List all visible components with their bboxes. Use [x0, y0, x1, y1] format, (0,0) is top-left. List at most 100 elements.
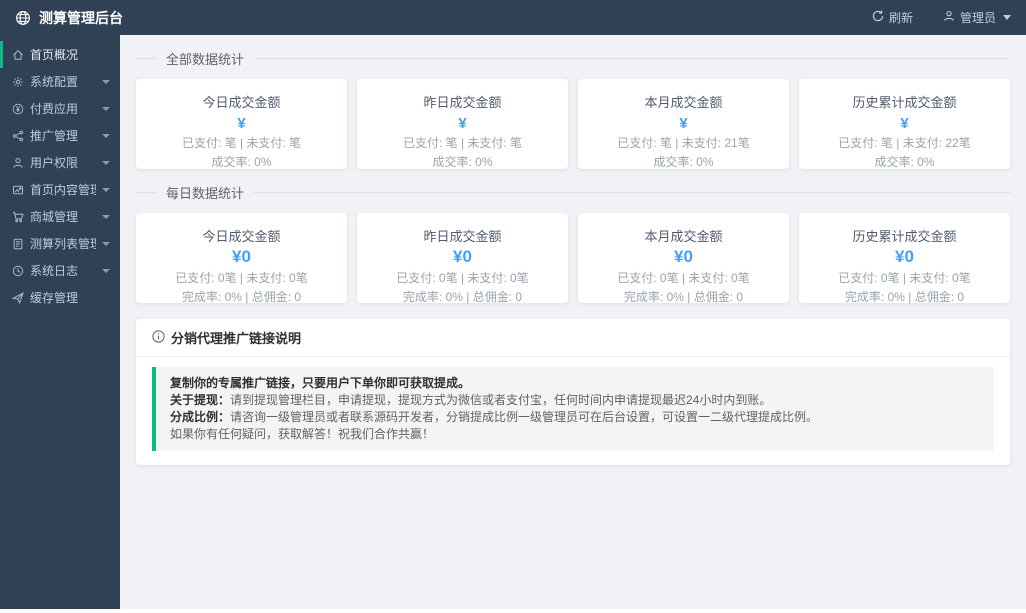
stat-card-rate-line: 成交率: 0% [432, 155, 493, 169]
gear-icon [12, 76, 24, 88]
cart-icon [12, 211, 24, 223]
sidebar-item-mall-management[interactable]: 商城管理 [0, 203, 120, 230]
sidebar-item-label: 付费应用 [30, 102, 79, 116]
notice-line-bold: 复制你的专属推广链接，只要用户下单你即可获取提成。 [170, 376, 471, 390]
notice-line: 关于提现：请到提现管理栏目，申请提现，提现方式为微信或者支付宝，任何时间内申请提… [170, 392, 980, 409]
sidebar-item-home-overview[interactable]: 首页概况 [0, 41, 120, 68]
stat-card-amount: ¥ [458, 115, 467, 132]
section-title-text: 全部数据统计 [166, 52, 245, 67]
stat-card-today-daily: 今日成交金额 ¥0 已支付: 0笔 | 未支付: 0笔 完成率: 0% | 总佣… [136, 213, 347, 304]
app-brand: 测算管理后台 [15, 8, 123, 28]
chevron-down-icon [102, 241, 110, 246]
sidebar-item-calc-list[interactable]: 测算列表管理 [0, 230, 120, 257]
stat-card-rate-line: 成交率: 0% [211, 155, 272, 169]
share-icon [12, 130, 24, 142]
stat-card-amount: ¥0 [232, 247, 251, 266]
notice-line: 分成比例：请咨询一级管理员或者联系源码开发者，分销提成比例一级管理员可在后台设置… [170, 409, 980, 426]
stat-card-today-total: 今日成交金额 ¥ 已支付: 笔 | 未支付: 笔 成交率: 0% [136, 79, 347, 169]
notice-text-box: 复制你的专属推广链接，只要用户下单你即可获取提成。 关于提现：请到提现管理栏目，… [152, 367, 994, 451]
chevron-down-icon [102, 187, 110, 192]
stat-card-paid-line: 已支付: 笔 | 未支付: 21笔 [617, 136, 750, 150]
stat-card-title: 本月成交金额 [644, 95, 723, 110]
stat-card-paid-line: 已支付: 笔 | 未支付: 笔 [402, 136, 523, 150]
notice-line-bold: 分成比例： [170, 410, 231, 424]
notice-panel-body: 复制你的专属推广链接，只要用户下单你即可获取提成。 关于提现：请到提现管理栏目，… [136, 357, 1010, 465]
document-icon [12, 238, 24, 250]
stat-card-rate-line: 完成率: 0% | 总佣金: 0 [623, 290, 744, 304]
sidebar-item-cache-management[interactable]: 缓存管理 [0, 284, 120, 311]
sidebar-item-system-logs[interactable]: 系统日志 [0, 257, 120, 284]
chevron-down-icon [102, 106, 110, 111]
sidebar-item-label: 系统配置 [30, 75, 79, 89]
notice-panel-title: 分销代理推广链接说明 [171, 331, 302, 346]
stat-card-amount: ¥0 [674, 247, 693, 266]
info-circle-icon [152, 329, 165, 346]
stat-card-paid-line: 已支付: 笔 | 未支付: 22笔 [838, 136, 971, 150]
stat-card-title: 今日成交金额 [202, 229, 281, 244]
user-icon [12, 157, 24, 169]
stat-card-yesterday-total: 昨日成交金额 ¥ 已支付: 笔 | 未支付: 笔 成交率: 0% [357, 79, 568, 169]
stat-card-paid-line: 已支付: 0笔 | 未支付: 0笔 [175, 271, 308, 285]
header-actions: 刷新 管理员 [872, 9, 1011, 26]
stat-card-rate-line: 完成率: 0% | 总佣金: 0 [181, 290, 302, 304]
clock-icon [12, 265, 24, 277]
divider-line [254, 58, 1010, 59]
sidebar-item-home-content[interactable]: 首页内容管理 [0, 176, 120, 203]
stat-card-amount: ¥0 [895, 247, 914, 266]
notice-line: 复制你的专属推广链接，只要用户下单你即可获取提成。 [170, 375, 980, 392]
divider-line [254, 192, 1010, 193]
stat-card-paid-line: 已支付: 0笔 | 未支付: 0笔 [838, 271, 971, 285]
sidebar-item-system-config[interactable]: 系统配置 [0, 68, 120, 95]
sidebar-item-promotion[interactable]: 推广管理 [0, 122, 120, 149]
stat-card-title: 昨日成交金额 [423, 95, 502, 110]
main-content: 全部数据统计 今日成交金额 ¥ 已支付: 笔 | 未支付: 笔 成交率: 0% … [120, 35, 1026, 609]
all-stats-card-row: 今日成交金额 ¥ 已支付: 笔 | 未支付: 笔 成交率: 0% 昨日成交金额 … [136, 79, 1010, 169]
stat-card-paid-line: 已支付: 0笔 | 未支付: 0笔 [617, 271, 750, 285]
notice-line-text: 如果你有任何疑问，获取解答！祝我们合作共赢！ [170, 427, 435, 441]
stat-card-history-total: 历史累计成交金额 ¥ 已支付: 笔 | 未支付: 22笔 成交率: 0% [799, 79, 1010, 169]
sidebar-item-label: 推广管理 [30, 129, 79, 143]
notice-line: 如果你有任何疑问，获取解答！祝我们合作共赢！ [170, 426, 980, 443]
stat-card-history-daily: 历史累计成交金额 ¥0 已支付: 0笔 | 未支付: 0笔 完成率: 0% | … [799, 213, 1010, 304]
daily-stats-card-row: 今日成交金额 ¥0 已支付: 0笔 | 未支付: 0笔 完成率: 0% | 总佣… [136, 213, 1010, 304]
sidebar-item-paid-apps[interactable]: 付费应用 [0, 95, 120, 122]
stat-card-yesterday-daily: 昨日成交金额 ¥0 已支付: 0笔 | 未支付: 0笔 完成率: 0% | 总佣… [357, 213, 568, 304]
chevron-down-icon [102, 214, 110, 219]
divider-line [136, 58, 156, 59]
stat-card-title: 历史累计成交金额 [852, 229, 957, 244]
stat-card-rate-line: 完成率: 0% | 总佣金: 0 [402, 290, 523, 304]
chevron-down-icon [1003, 15, 1011, 20]
home-icon [12, 49, 24, 61]
sidebar-item-label: 用户权限 [30, 156, 79, 170]
sidebar-item-user-permissions[interactable]: 用户权限 [0, 149, 120, 176]
sidebar-nav: 首页概况 系统配置 付费应用 推广管理 用户权限 首页内容管理 商城管理 测算列… [0, 35, 120, 609]
stat-card-amount: ¥ [237, 115, 246, 132]
stat-card-paid-line: 已支付: 笔 | 未支付: 笔 [181, 136, 302, 150]
user-label: 管理员 [959, 11, 996, 25]
chevron-down-icon [102, 268, 110, 273]
yen-circle-icon [12, 103, 24, 115]
stat-card-amount: ¥ [900, 115, 909, 132]
refresh-button[interactable]: 刷新 [872, 9, 913, 26]
user-menu[interactable]: 管理员 [943, 9, 1011, 26]
stat-card-rate-line: 完成率: 0% | 总佣金: 0 [844, 290, 965, 304]
promo-link-notice-panel: 分销代理推广链接说明 复制你的专属推广链接，只要用户下单你即可获取提成。 关于提… [136, 319, 1010, 465]
stat-card-title: 历史累计成交金额 [852, 95, 957, 110]
sidebar-item-label: 系统日志 [30, 264, 79, 278]
notice-line-text: 请到提现管理栏目，申请提现，提现方式为微信或者支付宝，任何时间内申请提现最迟24… [230, 393, 772, 407]
notice-panel-header: 分销代理推广链接说明 [136, 319, 1010, 357]
stat-card-rate-line: 成交率: 0% [874, 155, 935, 169]
stat-card-amount: ¥0 [453, 247, 472, 266]
section-title-daily-stats: 每日数据统计 [136, 183, 1010, 202]
stat-card-amount: ¥ [679, 115, 688, 132]
stat-card-title: 今日成交金额 [202, 95, 281, 110]
send-icon [12, 291, 24, 304]
sidebar-item-label: 首页概况 [30, 48, 79, 62]
app-title: 测算管理后台 [39, 9, 123, 26]
globe-logo-icon [15, 10, 31, 26]
top-header-bar: 测算管理后台 刷新 管理员 [0, 0, 1026, 35]
bottom-edge-strip [0, 609, 1026, 613]
stat-card-paid-line: 已支付: 0笔 | 未支付: 0笔 [396, 271, 529, 285]
admin-dashboard-page: 测算管理后台 刷新 管理员 首页概况 系统配置 付费应用 推广管理 用户权限 首… [0, 0, 1026, 613]
notice-line-text: 请咨询一级管理员或者联系源码开发者，分销提成比例一级管理员可在后台设置，可设置一… [230, 410, 819, 424]
